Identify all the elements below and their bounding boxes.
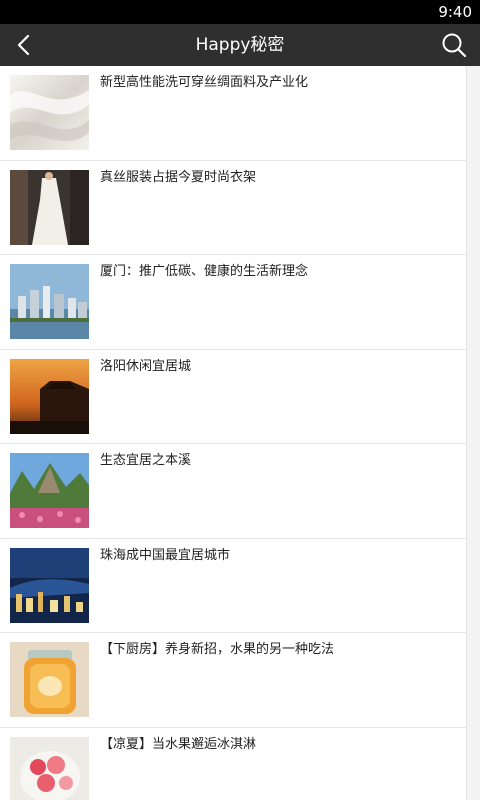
page-title: Happy秘密 bbox=[195, 35, 285, 55]
article-title: 【凉夏】当水果邂逅冰淇淋 bbox=[100, 736, 257, 752]
article-thumbnail bbox=[10, 642, 89, 717]
scrollbar[interactable] bbox=[466, 66, 480, 800]
list-item[interactable]: 真丝服装占据今夏时尚衣架 bbox=[0, 161, 466, 255]
list-item[interactable]: 生态宜居之本溪 bbox=[0, 444, 466, 539]
title-bar: Happy秘密 bbox=[0, 24, 480, 66]
article-title: 真丝服装占据今夏时尚衣架 bbox=[100, 169, 257, 185]
list-item[interactable]: 洛阳休闲宜居城 bbox=[0, 350, 466, 444]
list-item[interactable]: 珠海成中国最宜居城市 bbox=[0, 539, 466, 633]
article-thumbnail bbox=[10, 75, 89, 150]
article-thumbnail bbox=[10, 736, 89, 800]
article-list: 新型高性能洗可穿丝绸面料及产业化 真丝服装占据今夏时尚衣架 厦门：推广低碳、健康… bbox=[0, 66, 466, 800]
list-item[interactable]: 【凉夏】当水果邂逅冰淇淋 bbox=[0, 728, 466, 800]
article-thumbnail bbox=[10, 453, 89, 528]
article-title: 新型高性能洗可穿丝绸面料及产业化 bbox=[100, 75, 309, 90]
article-thumbnail bbox=[10, 358, 89, 434]
article-title: 【下厨房】养身新招，水果的另一种吃法 bbox=[100, 642, 335, 657]
article-title: 洛阳休闲宜居城 bbox=[100, 358, 192, 374]
article-title: 珠海成中国最宜居城市 bbox=[100, 547, 231, 563]
status-bar: 9:40 bbox=[0, 0, 480, 24]
list-item[interactable]: 【下厨房】养身新招，水果的另一种吃法 bbox=[0, 633, 466, 728]
list-item[interactable]: 新型高性能洗可穿丝绸面料及产业化 bbox=[0, 66, 466, 161]
search-icon bbox=[442, 33, 467, 58]
article-title: 生态宜居之本溪 bbox=[100, 453, 192, 468]
article-thumbnail bbox=[10, 264, 89, 339]
article-thumbnail bbox=[10, 547, 89, 623]
list-item[interactable]: 厦门：推广低碳、健康的生活新理念 bbox=[0, 255, 466, 350]
search-button[interactable] bbox=[434, 24, 474, 66]
article-thumbnail bbox=[10, 169, 89, 245]
article-title: 厦门：推广低碳、健康的生活新理念 bbox=[100, 264, 309, 279]
status-time: 9:40 bbox=[438, 3, 472, 21]
